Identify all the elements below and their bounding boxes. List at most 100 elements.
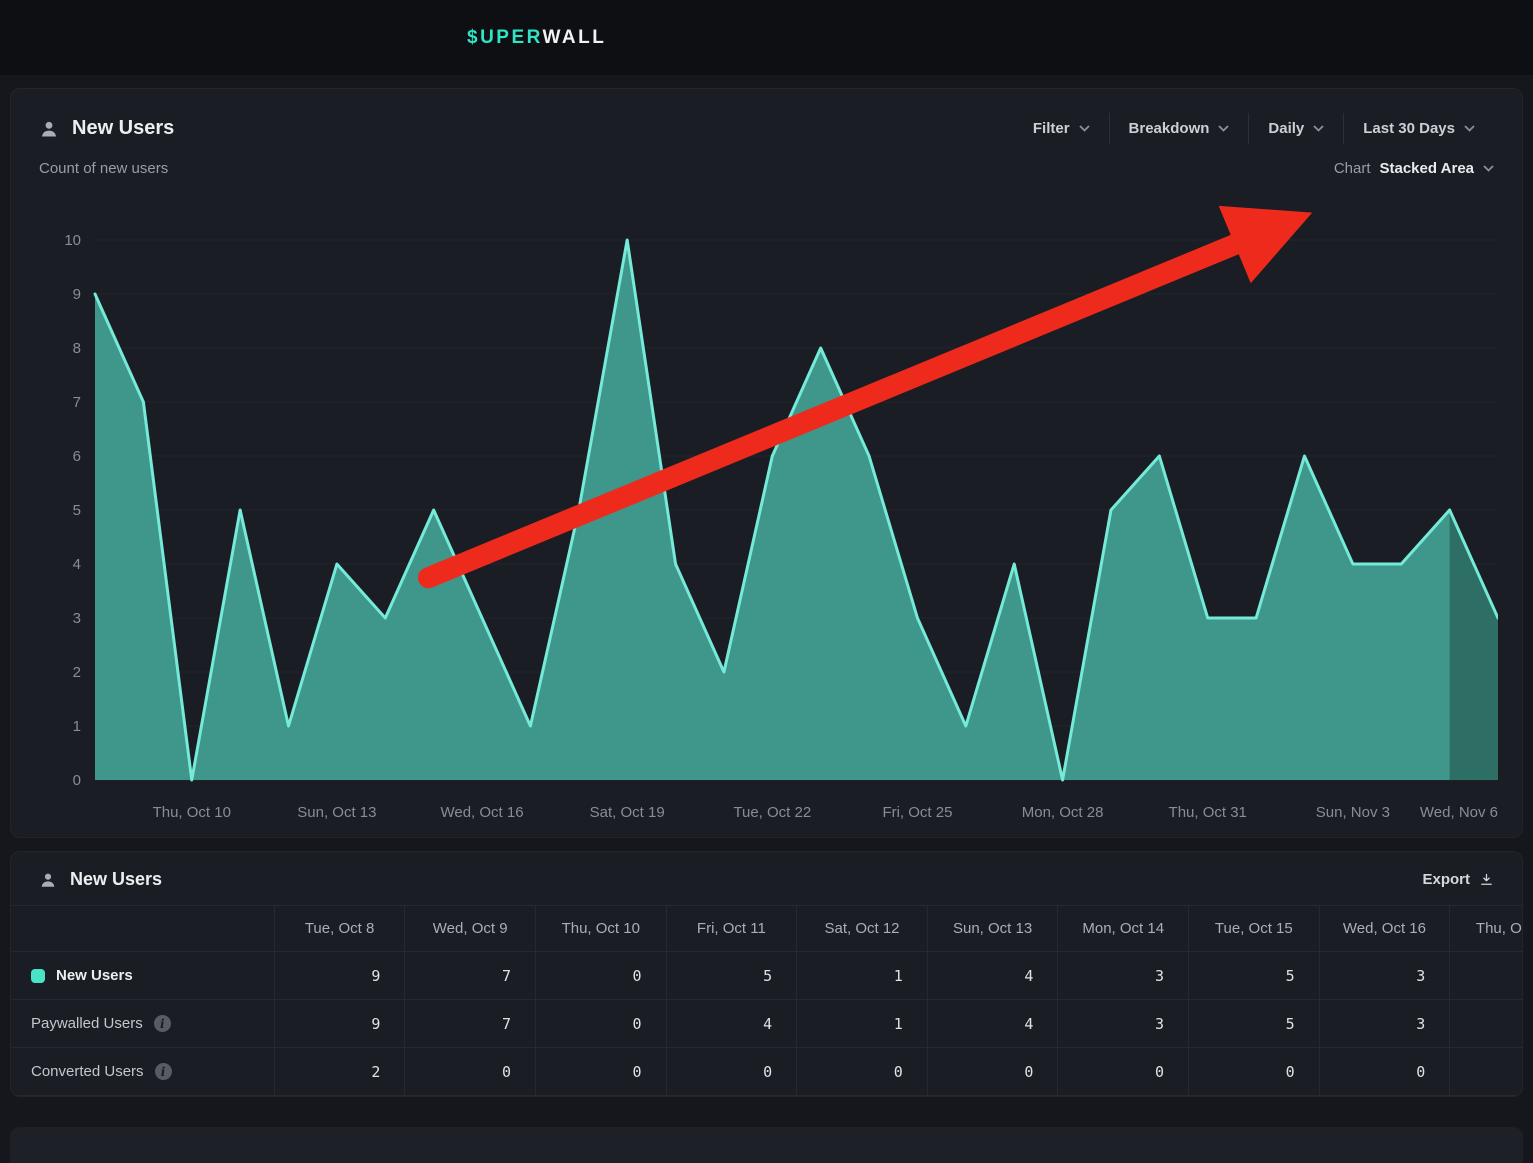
table-cell: 0 xyxy=(1189,1048,1320,1096)
svg-text:Fri, Oct 25: Fri, Oct 25 xyxy=(882,804,952,821)
table-cell: 0 xyxy=(405,1048,536,1096)
svg-text:0: 0 xyxy=(73,772,81,789)
chart-title-wrap: New Users xyxy=(39,117,174,140)
table-header-row: Tue, Oct 8 Wed, Oct 9 Thu, Oct 10 Fri, O… xyxy=(11,906,1523,952)
column-header: Fri, Oct 11 xyxy=(666,906,797,952)
chevron-down-icon xyxy=(1079,125,1090,132)
table-cell: 0 xyxy=(666,1048,797,1096)
table-card-title: New Users xyxy=(70,869,162,890)
svg-text:Thu, Oct 31: Thu, Oct 31 xyxy=(1169,804,1247,821)
breakdown-dropdown[interactable]: Breakdown xyxy=(1109,113,1249,144)
table-row: New Users 9 7 0 5 1 4 3 5 3 xyxy=(11,952,1523,1000)
column-header: Mon, Oct 14 xyxy=(1058,906,1189,952)
main-content: New Users Filter Breakdown Daily Last 30… xyxy=(0,88,1533,1163)
info-icon[interactable]: i xyxy=(154,1015,171,1032)
table-cell: 3 xyxy=(1319,1000,1450,1048)
column-header: Tue, Oct 8 xyxy=(274,906,405,952)
row-label: Paywalled Users xyxy=(31,1015,143,1032)
chart-controls: Filter Breakdown Daily Last 30 Days xyxy=(1014,113,1494,144)
topbar: $UPERWALL xyxy=(0,0,1533,75)
chevron-down-icon xyxy=(1313,125,1324,132)
table-cell: 2 xyxy=(274,1048,405,1096)
chart-type-dropdown[interactable]: Chart Stacked Area xyxy=(1334,160,1494,177)
info-icon[interactable]: i xyxy=(155,1063,172,1080)
logo-accent: $UPER xyxy=(467,27,543,48)
axis-title: Count of new users xyxy=(39,160,168,177)
table-cell: 0 xyxy=(797,1048,928,1096)
svg-text:10: 10 xyxy=(64,232,81,249)
date-range-dropdown[interactable]: Last 30 Days xyxy=(1343,113,1494,144)
table-cell: 7 xyxy=(405,1000,536,1048)
table-cell: 5 xyxy=(1189,1000,1320,1048)
superwall-logo: $UPERWALL xyxy=(0,27,606,49)
table-cell: 0 xyxy=(1058,1048,1189,1096)
granularity-dropdown[interactable]: Daily xyxy=(1248,113,1343,144)
table-cell: 4 xyxy=(666,1000,797,1048)
table-cell: 0 xyxy=(1319,1048,1450,1096)
svg-text:Sun, Oct 13: Sun, Oct 13 xyxy=(297,804,376,821)
chevron-down-icon xyxy=(1218,125,1229,132)
download-icon xyxy=(1479,872,1494,887)
table-cell: 4 xyxy=(927,952,1058,1000)
table-cell: 9 xyxy=(274,1000,405,1048)
table-cell: 5 xyxy=(666,952,797,1000)
chevron-down-icon xyxy=(1483,165,1494,172)
table-row: Converted Users i 2 0 0 0 0 0 0 0 0 xyxy=(11,1048,1523,1096)
filter-dropdown[interactable]: Filter xyxy=(1014,113,1109,144)
table-cell: 4 xyxy=(927,1000,1058,1048)
next-card-peek xyxy=(10,1127,1523,1163)
svg-text:4: 4 xyxy=(73,556,81,573)
table-cell: 1 xyxy=(797,1000,928,1048)
logo-rest: WALL xyxy=(543,27,607,48)
new-users-table-card: New Users Export Tue, Oct 8 Wed, Oct 9 xyxy=(10,851,1523,1097)
chart-type-value: Stacked Area xyxy=(1380,160,1475,177)
export-button[interactable]: Export xyxy=(1422,871,1494,888)
svg-text:Thu, Oct 10: Thu, Oct 10 xyxy=(153,804,231,821)
column-header: Tue, Oct 15 xyxy=(1189,906,1320,952)
svg-text:Wed, Nov 6: Wed, Nov 6 xyxy=(1420,804,1498,821)
table-cell xyxy=(1450,1000,1523,1048)
breakdown-label: Breakdown xyxy=(1129,120,1210,137)
svg-text:1: 1 xyxy=(73,718,81,735)
new-users-table: Tue, Oct 8 Wed, Oct 9 Thu, Oct 10 Fri, O… xyxy=(11,905,1523,1096)
new-users-chart-card: New Users Filter Breakdown Daily Last 30… xyxy=(10,88,1523,838)
svg-text:5: 5 xyxy=(73,502,81,519)
table-cell: 9 xyxy=(274,952,405,1000)
granularity-label: Daily xyxy=(1268,120,1304,137)
series-swatch xyxy=(31,969,45,983)
column-header: Wed, Oct 9 xyxy=(405,906,536,952)
column-header: Thu, Oct 10 xyxy=(535,906,666,952)
column-header: Wed, Oct 16 xyxy=(1319,906,1450,952)
table-cell: 5 xyxy=(1189,952,1320,1000)
svg-text:2: 2 xyxy=(73,664,81,681)
svg-text:3: 3 xyxy=(73,610,81,627)
table-cell: 3 xyxy=(1058,952,1189,1000)
svg-text:Mon, Oct 28: Mon, Oct 28 xyxy=(1022,804,1104,821)
chart-subheader: Count of new users Chart Stacked Area xyxy=(11,154,1522,185)
row-label: Converted Users xyxy=(31,1063,144,1080)
table-cell: 7 xyxy=(405,952,536,1000)
svg-text:Tue, Oct 22: Tue, Oct 22 xyxy=(733,804,811,821)
table-cell: 0 xyxy=(535,1000,666,1048)
corner-cell xyxy=(11,906,274,952)
svg-text:8: 8 xyxy=(73,340,81,357)
table-title-wrap: New Users xyxy=(39,869,162,890)
svg-text:Sun, Nov 3: Sun, Nov 3 xyxy=(1316,804,1390,821)
svg-text:Wed, Oct 16: Wed, Oct 16 xyxy=(440,804,523,821)
column-header: Sun, Oct 13 xyxy=(927,906,1058,952)
svg-text:Sat, Oct 19: Sat, Oct 19 xyxy=(590,804,665,821)
table-cell: 3 xyxy=(1058,1000,1189,1048)
table-cell: 0 xyxy=(535,952,666,1000)
svg-text:9: 9 xyxy=(73,286,81,303)
chart-type-label: Chart xyxy=(1334,160,1371,177)
table-cell: 1 xyxy=(797,952,928,1000)
person-icon xyxy=(39,871,57,889)
column-header: Sat, Oct 12 xyxy=(797,906,928,952)
row-label: New Users xyxy=(56,967,133,984)
filter-label: Filter xyxy=(1033,120,1070,137)
chart-card-title: New Users xyxy=(72,117,174,140)
date-range-label: Last 30 Days xyxy=(1363,120,1455,137)
table-cell: 0 xyxy=(535,1048,666,1096)
table-card-header: New Users Export xyxy=(11,852,1522,905)
column-header: Thu, Oct 17 xyxy=(1450,906,1523,952)
